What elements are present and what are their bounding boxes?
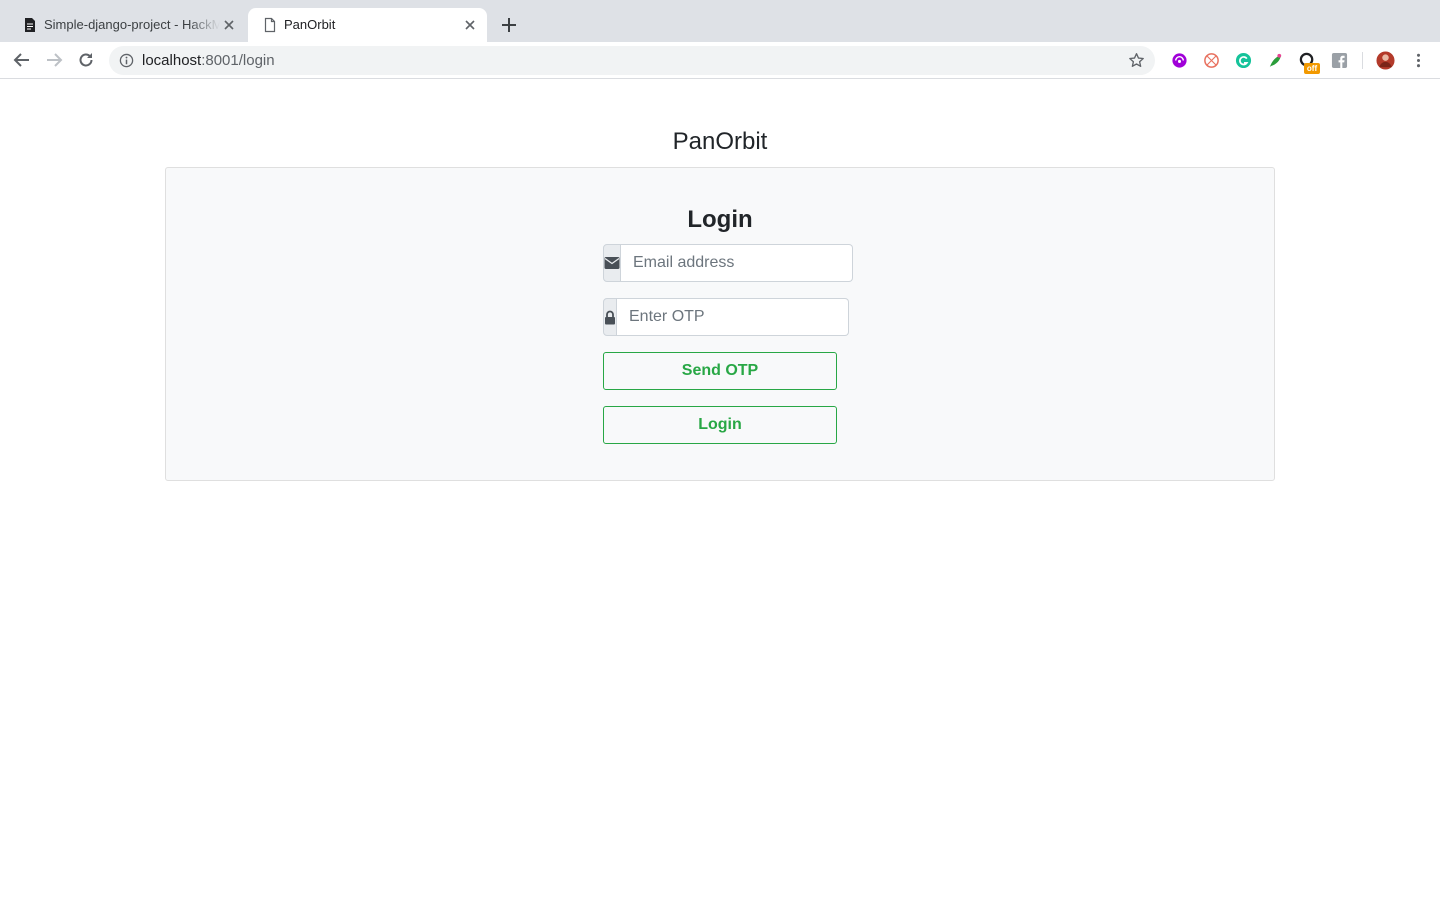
forward-icon[interactable] [44,50,64,70]
login-button[interactable]: Login [603,406,837,444]
close-tab-icon[interactable] [221,17,237,33]
close-tab-icon[interactable] [462,17,478,33]
browser-tab-hackmd[interactable]: Simple-django-project - HackMD [8,8,246,42]
profile-avatar-icon[interactable] [1376,51,1395,70]
login-panel: Login Send OTP Login [165,167,1275,481]
email-input[interactable] [621,244,853,282]
send-otp-button[interactable]: Send OTP [603,352,837,390]
otp-input-group [603,298,849,336]
back-icon[interactable] [12,50,32,70]
info-icon[interactable] [119,53,134,68]
url-text[interactable]: localhost:8001/login [142,52,275,69]
menu-kebab-icon[interactable] [1410,52,1427,69]
browser-toolbar: localhost:8001/login off [0,42,1440,79]
url-host: localhost [142,52,202,69]
page-icon [264,17,276,33]
facebook-icon[interactable] [1331,52,1348,69]
brand-title: PanOrbit [672,128,768,155]
toolbar-divider [1362,52,1363,69]
bookmark-star-icon[interactable] [1128,52,1145,69]
new-tab-icon[interactable] [499,15,519,35]
email-input-group [603,244,853,282]
browser-tab-panorbit[interactable]: PanOrbit [248,8,487,42]
document-icon [25,18,35,32]
address-bar[interactable]: localhost:8001/login [109,46,1155,75]
tab-title: PanOrbit [284,17,336,32]
browser-tabstrip: Simple-django-project - HackMD PanOrbit [0,0,1440,42]
tab-title: Simple-django-project - HackMD [44,17,220,32]
extension-purple-icon[interactable] [1171,52,1188,69]
envelope-icon [603,244,621,282]
extension-off-badge: off [1304,63,1320,74]
extension-leaf-icon[interactable] [1267,52,1284,69]
reload-icon[interactable] [76,50,96,70]
lock-icon [603,298,617,336]
otp-input[interactable] [617,298,849,336]
extension-block-icon[interactable] [1203,52,1220,69]
login-heading: Login [687,206,753,233]
grammarly-icon[interactable] [1235,52,1252,69]
url-path: :8001/login [201,52,275,69]
